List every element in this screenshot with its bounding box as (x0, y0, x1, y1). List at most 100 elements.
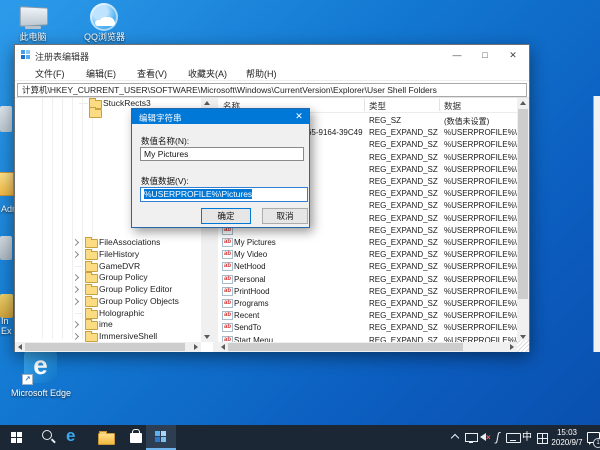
tree-item-filehistory[interactable]: FileHistory (15, 249, 201, 260)
value-type: REG_EXPAND_SZ (369, 262, 439, 271)
scroll-thumb[interactable] (25, 343, 185, 351)
address-bar: 计算机\HKEY_CURRENT_USER\SOFTWARE\Microsoft… (15, 80, 529, 98)
tree-item-group-policy[interactable]: Group Policy (15, 272, 201, 283)
menu-item-0[interactable]: 文件(F) (35, 67, 65, 80)
close-button[interactable]: ✕ (499, 46, 527, 64)
value-name: My Video (234, 250, 363, 259)
tree-item-group-policy-objects[interactable]: Group Policy Objects (15, 296, 201, 307)
taskbar-edge-button[interactable]: e (60, 425, 90, 450)
scroll-down-arrow[interactable] (204, 335, 210, 339)
folder-icon (85, 274, 98, 283)
minimize-button[interactable]: — (443, 46, 471, 64)
scroll-up-arrow[interactable] (204, 101, 210, 105)
value-name-input[interactable]: My Pictures (140, 147, 304, 161)
folder-icon (85, 298, 98, 307)
string-value-icon (222, 275, 233, 284)
value-row-recent[interactable]: RecentREG_EXPAND_SZ%USERPROFILE%\AppDa (218, 310, 518, 322)
string-value-icon (222, 311, 233, 320)
tray-show-hidden-icons[interactable] (449, 425, 463, 450)
title-bar[interactable]: 注册表编辑器 — □ ✕ (15, 45, 529, 65)
value-data: %USERPROFILE%\AppDa (444, 311, 517, 320)
tree-item-label: Holographic (99, 308, 144, 318)
taskbar-explorer-button[interactable] (91, 425, 121, 450)
tree-item-ime[interactable]: ime (15, 319, 201, 330)
scroll-right-arrow[interactable] (194, 344, 198, 350)
menu-item-2[interactable]: 查看(V) (137, 67, 167, 80)
tree-item-group-policy-editor[interactable]: Group Policy Editor (15, 284, 201, 295)
maximize-button[interactable]: □ (471, 46, 499, 64)
value-data: %USERPROFILE%\AppDa (444, 165, 517, 174)
expand-chevron-icon[interactable] (72, 321, 79, 328)
scroll-left-arrow[interactable] (18, 344, 22, 350)
tray-volume[interactable]: × (479, 425, 493, 450)
partial-desktop-folder-icon (0, 172, 14, 196)
ok-button[interactable]: 确定 (201, 208, 251, 224)
expand-chevron-icon[interactable] (72, 274, 79, 281)
string-value-icon (222, 238, 233, 247)
value-name: Personal (234, 275, 363, 284)
value-row-my-video[interactable]: My VideoREG_EXPAND_SZ%USERPROFILE%\Video… (218, 249, 518, 261)
tree-connector (79, 103, 88, 104)
desktop-icon-label: 此电脑 (8, 32, 58, 42)
value-name: PrintHood (234, 287, 363, 296)
tree-item-gamedvr[interactable]: GameDVR (15, 261, 201, 272)
notification-badge: 1 (593, 438, 600, 448)
value-data: %USERPROFILE%\Downl (444, 128, 517, 137)
column-separator[interactable] (364, 99, 365, 111)
action-center-button[interactable]: 1 (586, 425, 600, 450)
expand-chevron-icon[interactable] (72, 333, 79, 340)
list-vscrollbar[interactable] (517, 98, 529, 342)
value-row-my-pictures[interactable]: My PicturesREG_EXPAND_SZ%USERPROFILE%\Pi… (218, 237, 518, 249)
dialog-title-bar[interactable]: 编辑字符串 ✕ (132, 109, 309, 124)
tree-item-fileassociations[interactable]: FileAssociations (15, 237, 201, 248)
tray-network[interactable] (464, 425, 478, 450)
taskbar: e × ʃ 中 15:03 2020/9/7 1 (0, 425, 600, 450)
expand-chevron-icon[interactable] (72, 286, 79, 293)
value-data: %USERPROFILE%\Music (444, 226, 517, 235)
expand-chevron-icon[interactable] (72, 298, 79, 305)
tree-hscrollbar[interactable] (15, 342, 201, 352)
menu-item-3[interactable]: 收藏夹(A) (188, 67, 227, 80)
folder-icon (85, 310, 98, 319)
expand-chevron-icon[interactable] (72, 239, 79, 246)
column-header-data[interactable]: 数据 (444, 100, 461, 112)
expand-chevron-icon[interactable] (72, 251, 79, 258)
value-type: REG_SZ (369, 116, 439, 125)
string-value-icon (222, 250, 233, 259)
menu-item-4[interactable]: 帮助(H) (246, 67, 277, 80)
tree-connector (75, 313, 83, 314)
windows-logo-icon (11, 432, 16, 437)
value-row-programs[interactable]: ProgramsREG_EXPAND_SZ%USERPROFILE%\AppDa (218, 298, 518, 310)
tree-item-immersiveshell[interactable]: ImmersiveShell (15, 331, 201, 342)
value-data-input[interactable]: %USERPROFILE%\Pictures (140, 187, 308, 202)
taskbar-clock[interactable]: 15:03 2020/9/7 (547, 428, 587, 448)
resize-grip[interactable] (517, 340, 529, 352)
column-header-type[interactable]: 类型 (369, 100, 386, 112)
tray-ime-language[interactable]: 中 (521, 425, 535, 450)
dialog-close-icon[interactable]: ✕ (293, 111, 305, 122)
column-separator[interactable] (439, 99, 440, 111)
tray-ime-pen[interactable]: ʃ (493, 425, 507, 450)
taskbar-regedit-button[interactable] (146, 425, 176, 450)
value-data: %USERPROFILE%\AppDa (444, 214, 517, 223)
qq-browser-icon (90, 3, 118, 31)
value-row-nethood[interactable]: NetHoodREG_EXPAND_SZ%USERPROFILE%\AppDa (218, 261, 518, 273)
tray-touch-keyboard[interactable] (506, 425, 520, 450)
dialog-title: 编辑字符串 (139, 112, 182, 124)
cancel-button[interactable]: 取消 (262, 208, 308, 224)
value-row-sendto[interactable]: SendToREG_EXPAND_SZ%USERPROFILE%\AppDa (218, 322, 518, 334)
value-type: REG_EXPAND_SZ (369, 177, 439, 186)
value-data: %USERPROFILE%\Docum (444, 275, 517, 284)
list-hscrollbar[interactable] (218, 342, 517, 352)
folder-icon (89, 109, 102, 118)
menu-item-1[interactable]: 编辑(E) (86, 67, 116, 80)
value-row-printhood[interactable]: PrintHoodREG_EXPAND_SZ%USERPROFILE%\AppD… (218, 286, 518, 298)
value-row-personal[interactable]: PersonalREG_EXPAND_SZ%USERPROFILE%\Docum (218, 274, 518, 286)
start-button[interactable] (2, 425, 32, 450)
regedit-icon (21, 50, 25, 54)
tree-item-holographic[interactable]: Holographic (15, 308, 201, 319)
tree-connector (75, 266, 83, 267)
mute-x-icon: × (486, 434, 491, 442)
address-input[interactable]: 计算机\HKEY_CURRENT_USER\SOFTWARE\Microsoft… (17, 83, 527, 97)
folder-icon (85, 239, 98, 248)
